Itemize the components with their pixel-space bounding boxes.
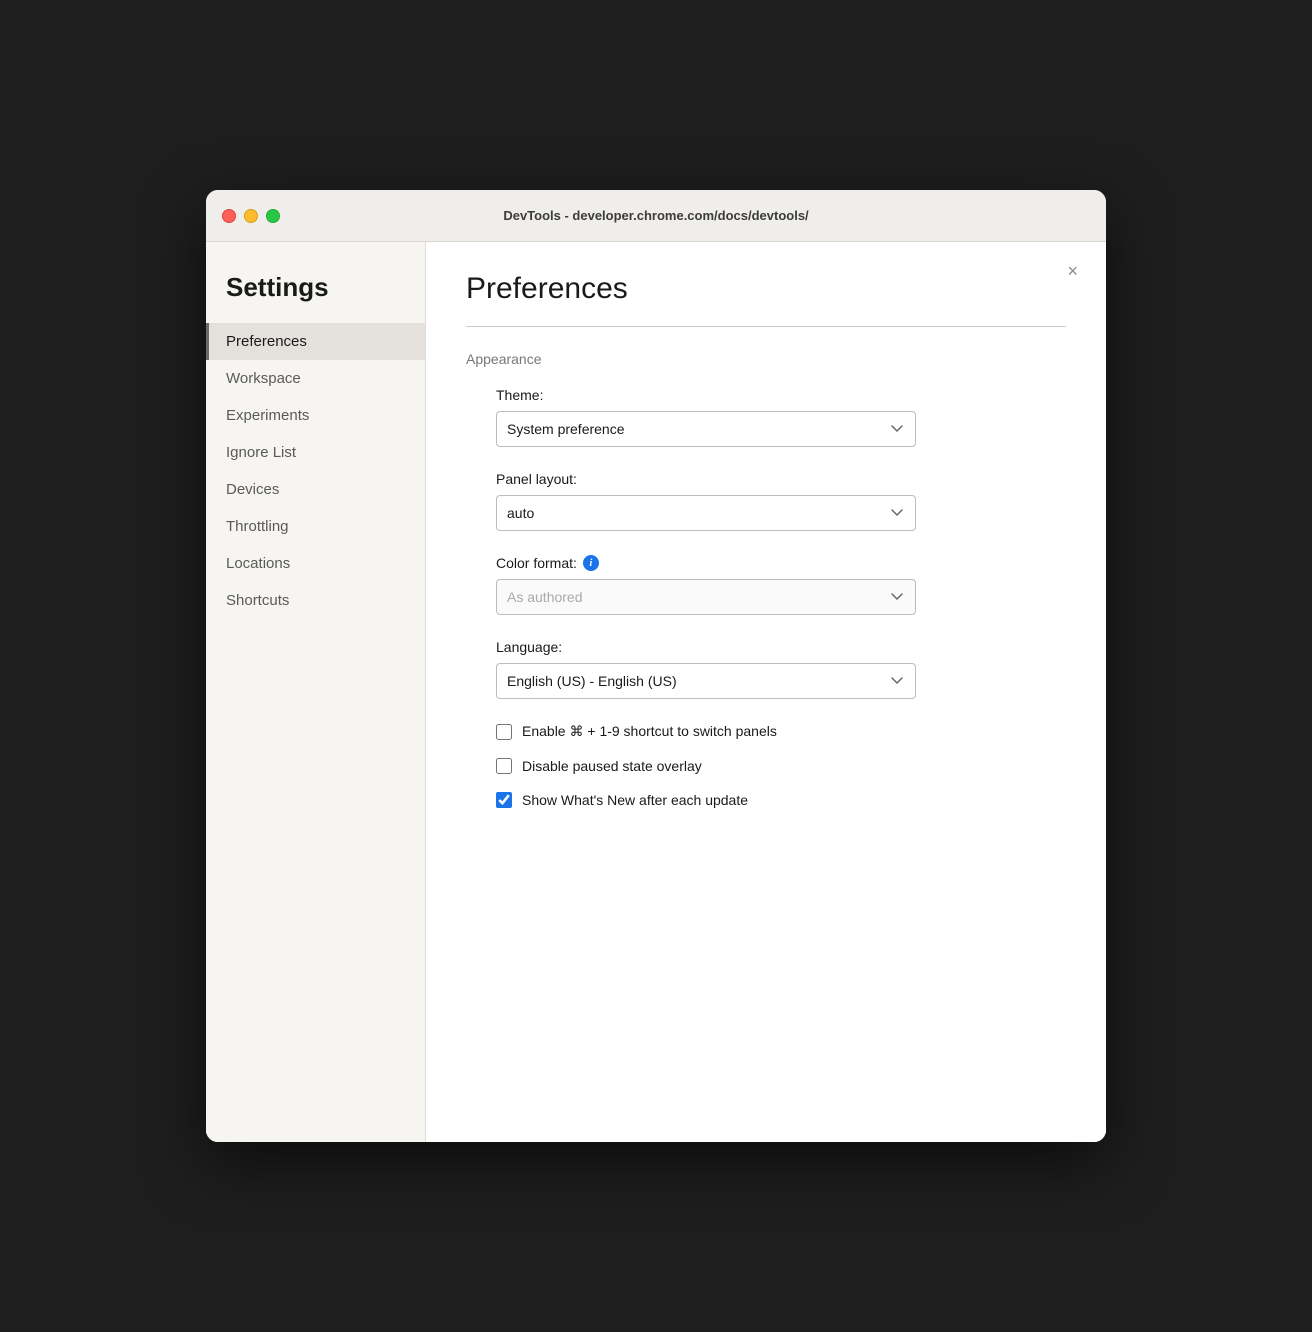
traffic-lights — [222, 209, 280, 223]
sidebar: Settings Preferences Workspace Experimen… — [206, 242, 426, 1142]
color-format-field-group: Color format: i As authored HEX RGB HSL — [466, 555, 1066, 615]
sidebar-item-locations[interactable]: Locations — [206, 545, 425, 582]
page-title: Preferences — [466, 272, 1066, 306]
panel-layout-select[interactable]: auto horizontal vertical — [496, 495, 916, 531]
language-field-group: Language: English (US) - English (US) — [466, 639, 1066, 699]
panel-layout-field-group: Panel layout: auto horizontal vertical — [466, 471, 1066, 531]
close-traffic-light[interactable] — [222, 209, 236, 223]
theme-label: Theme: — [496, 387, 1066, 403]
color-format-label: Color format: i — [496, 555, 1066, 571]
titlebar: DevTools - developer.chrome.com/docs/dev… — [206, 190, 1106, 242]
sidebar-item-experiments[interactable]: Experiments — [206, 397, 425, 434]
theme-field-group: Theme: System preference Light Dark — [466, 387, 1066, 447]
show-whats-new-group: Show What's New after each update — [466, 792, 1066, 808]
sidebar-item-preferences[interactable]: Preferences — [206, 323, 425, 360]
minimize-traffic-light[interactable] — [244, 209, 258, 223]
disable-paused-overlay-group: Disable paused state overlay — [466, 758, 1066, 774]
sidebar-item-workspace[interactable]: Workspace — [206, 360, 425, 397]
disable-paused-overlay-checkbox[interactable] — [496, 758, 512, 774]
shortcut-switch-panels-group: Enable ⌘ + 1-9 shortcut to switch panels — [466, 723, 1066, 740]
sidebar-item-ignore-list[interactable]: Ignore List — [206, 434, 425, 471]
devtools-window: DevTools - developer.chrome.com/docs/dev… — [206, 190, 1106, 1142]
titlebar-title: DevTools - developer.chrome.com/docs/dev… — [503, 208, 808, 223]
settings-heading: Settings — [206, 262, 425, 323]
language-select[interactable]: English (US) - English (US) — [496, 663, 916, 699]
sidebar-item-shortcuts[interactable]: Shortcuts — [206, 582, 425, 619]
section-divider — [466, 326, 1066, 327]
shortcut-switch-panels-label[interactable]: Enable ⌘ + 1-9 shortcut to switch panels — [522, 723, 777, 740]
sidebar-item-throttling[interactable]: Throttling — [206, 508, 425, 545]
appearance-section-title: Appearance — [466, 351, 1066, 367]
show-whats-new-label[interactable]: Show What's New after each update — [522, 792, 748, 808]
panel-layout-label: Panel layout: — [496, 471, 1066, 487]
sidebar-item-devices[interactable]: Devices — [206, 471, 425, 508]
main-content: × Preferences Appearance Theme: System p… — [426, 242, 1106, 1142]
show-whats-new-checkbox[interactable] — [496, 792, 512, 808]
close-button[interactable]: × — [1059, 258, 1086, 284]
language-label: Language: — [496, 639, 1066, 655]
maximize-traffic-light[interactable] — [266, 209, 280, 223]
color-format-select[interactable]: As authored HEX RGB HSL — [496, 579, 916, 615]
shortcut-switch-panels-checkbox[interactable] — [496, 724, 512, 740]
window-body: Settings Preferences Workspace Experimen… — [206, 242, 1106, 1142]
disable-paused-overlay-label[interactable]: Disable paused state overlay — [522, 758, 702, 774]
color-format-info-icon[interactable]: i — [583, 555, 599, 571]
theme-select[interactable]: System preference Light Dark — [496, 411, 916, 447]
